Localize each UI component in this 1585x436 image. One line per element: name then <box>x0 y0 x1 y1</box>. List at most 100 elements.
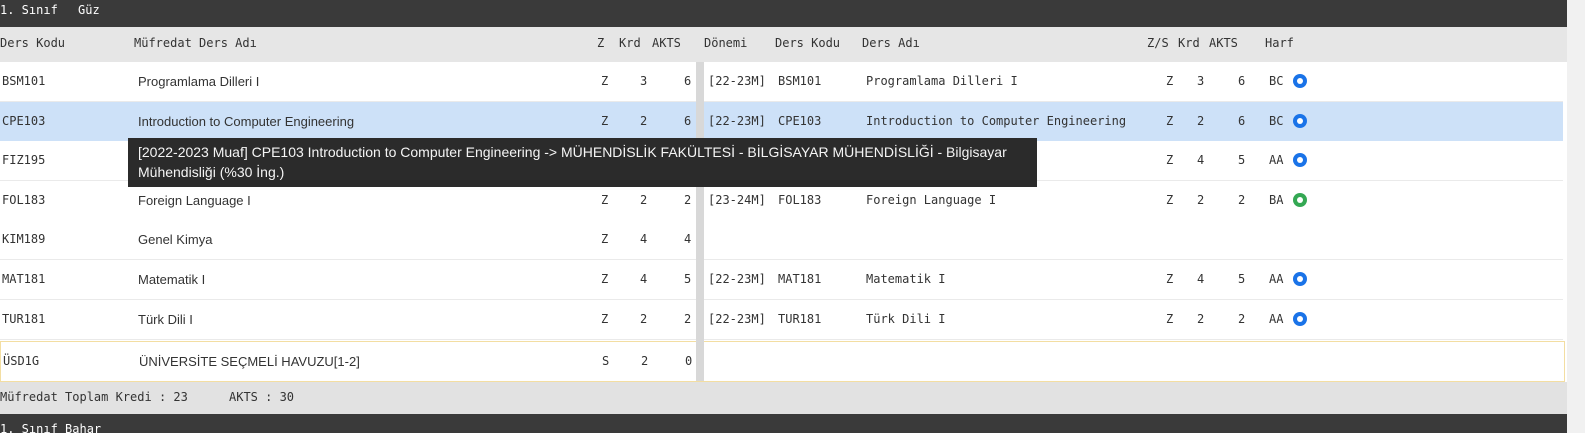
status-icon[interactable] <box>1293 272 1307 286</box>
taken-code: CPE103 <box>778 114 822 128</box>
course-akts: 6 <box>684 114 692 128</box>
course-name: Programlama Dilleri I <box>138 74 260 89</box>
taken-code: BSM101 <box>778 74 822 88</box>
course-name: Türk Dili I <box>138 312 193 327</box>
course-type: Z <box>601 232 609 246</box>
course-akts: 4 <box>684 232 692 246</box>
course-type: Z <box>601 114 609 128</box>
course-code: FOL183 <box>2 193 46 207</box>
course-code: CPE103 <box>2 114 46 128</box>
table-row[interactable]: TUR181 Türk Dili I Z 2 2 [22-23M] TUR181 Türk D… <box>0 300 1563 340</box>
table-row[interactable]: KIM189 Genel Kimya Z 4 4 <box>0 220 1563 260</box>
course-akts: 5 <box>684 272 692 286</box>
course-code: BSM101 <box>2 74 46 88</box>
table-row[interactable]: FOL183 Foreign Language I Z 2 2 [23-24M] FOL18… <box>0 181 1563 221</box>
semester-class: 1. Sınıf <box>0 3 58 17</box>
course-type: Z <box>601 193 609 207</box>
header-harf: Harf <box>1265 36 1294 50</box>
course-akts: 2 <box>684 193 692 207</box>
letter-grade: AA <box>1269 272 1284 286</box>
table-row[interactable]: BSM101 Programlama Dilleri I Z 3 6 [22-23M] BS… <box>0 62 1563 102</box>
course-credit: 2 <box>640 193 648 207</box>
taken-name: Matematik I <box>866 272 946 286</box>
header-code2: Ders Kodu <box>775 36 841 50</box>
course-name: Foreign Language I <box>138 193 251 208</box>
course-akts: 6 <box>684 74 692 88</box>
status-icon[interactable] <box>1293 74 1307 88</box>
course-credit: 3 <box>640 74 648 88</box>
taken-type: Z <box>1166 312 1174 326</box>
header-donemi: Dönemi <box>704 36 748 50</box>
header-code: Ders Kodu <box>0 36 66 50</box>
taken-credit: 2 <box>1197 193 1205 207</box>
table-row[interactable]: CPE103 Introduction to Computer Engineeri… <box>0 102 1563 142</box>
course-code: ÜSD1G <box>3 354 40 368</box>
letter-grade: AA <box>1269 153 1284 167</box>
status-icon[interactable] <box>1293 312 1307 326</box>
taken-credit: 2 <box>1197 114 1205 128</box>
course-name: Genel Kimya <box>138 232 213 247</box>
course-code: TUR181 <box>2 312 46 326</box>
header-z: Z <box>597 36 605 50</box>
taken-credit: 2 <box>1197 312 1205 326</box>
table-row[interactable]: MAT181 Matematik I Z 4 5 [22-23M] MAT181 Matema… <box>0 260 1563 300</box>
course-name: Introduction to Computer Engineering <box>138 114 355 129</box>
curriculum-totals: Müfredat Toplam Kredi : 23 AKTS : 30 <box>0 382 1567 414</box>
column-header: Ders Kodu Müfredat Ders Adı Z Krd AKTS D… <box>0 27 1567 62</box>
next-semester-header: 1. Sınıf Bahar <box>0 414 1567 436</box>
taken-term: [22-23M] <box>708 114 766 128</box>
header-name2: Ders Adı <box>862 36 920 50</box>
taken-akts: 5 <box>1238 153 1246 167</box>
total-credits: Müfredat Toplam Kredi : 23 <box>0 390 188 404</box>
status-icon[interactable] <box>1293 193 1307 207</box>
taken-name: Türk Dili I <box>866 312 946 326</box>
taken-type: Z <box>1166 272 1174 286</box>
taken-akts: 2 <box>1238 312 1246 326</box>
taken-term: [22-23M] <box>708 74 766 88</box>
course-code: KIM189 <box>2 232 46 246</box>
taken-type: Z <box>1166 153 1174 167</box>
status-icon[interactable] <box>1293 114 1307 128</box>
taken-code: FOL183 <box>778 193 822 207</box>
course-akts: 0 <box>685 354 693 368</box>
scrollbar[interactable] <box>1567 0 1585 433</box>
letter-grade: AA <box>1269 312 1284 326</box>
taken-code: MAT181 <box>778 272 822 286</box>
course-type: Z <box>601 272 609 286</box>
header-name: Müfredat Ders Adı <box>134 36 257 50</box>
taken-akts: 6 <box>1238 74 1246 88</box>
course-type: Z <box>601 312 609 326</box>
header-krd: Krd <box>619 36 641 50</box>
taken-akts: 2 <box>1238 193 1246 207</box>
header-akts: AKTS <box>652 36 681 50</box>
taken-type: Z <box>1166 193 1174 207</box>
course-credit: 2 <box>640 312 648 326</box>
taken-credit: 3 <box>1197 74 1205 88</box>
taken-credit: 4 <box>1197 153 1205 167</box>
table-row[interactable]: ÜSD1G ÜNİVERSİTE SEÇMELİ HAVUZU[1-2] S 2 0 <box>0 341 1565 382</box>
taken-type: Z <box>1166 74 1174 88</box>
course-credit: 2 <box>640 114 648 128</box>
status-icon[interactable] <box>1293 153 1307 167</box>
course-akts: 2 <box>684 312 692 326</box>
taken-name: Introduction to Computer Engineering <box>866 114 1127 128</box>
taken-credit: 4 <box>1197 272 1205 286</box>
taken-name: Foreign Language I <box>866 193 997 207</box>
course-code: MAT181 <box>2 272 46 286</box>
total-akts: AKTS : 30 <box>229 390 295 404</box>
semester-header: 1. Sınıf Güz <box>0 0 1567 27</box>
letter-grade: BC <box>1269 74 1284 88</box>
taken-code: TUR181 <box>778 312 822 326</box>
taken-akts: 6 <box>1238 114 1246 128</box>
exemption-tooltip: [2022-2023 Muaf] CPE103 Introduction to … <box>128 138 1037 187</box>
taken-term: [23-24M] <box>708 193 766 207</box>
course-type: Z <box>601 74 609 88</box>
course-name: Matematik I <box>138 272 206 287</box>
taken-term: [22-23M] <box>708 312 766 326</box>
letter-grade: BC <box>1269 114 1284 128</box>
header-krd2: Krd <box>1178 36 1200 50</box>
taken-type: Z <box>1166 114 1174 128</box>
taken-term: [22-23M] <box>708 272 766 286</box>
semester-term: Güz <box>78 3 100 17</box>
header-akts2: AKTS <box>1209 36 1238 50</box>
